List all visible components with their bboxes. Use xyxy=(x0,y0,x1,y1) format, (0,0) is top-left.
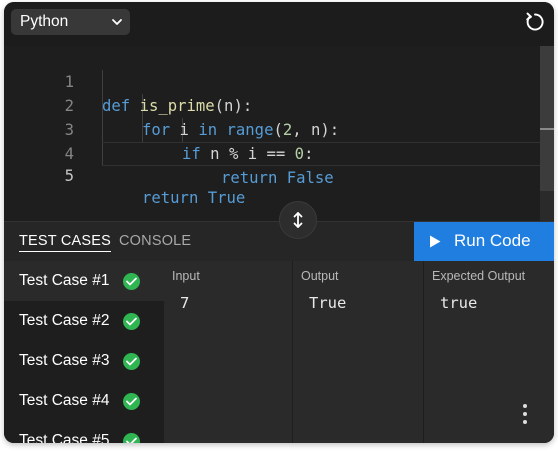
input-value: 7 xyxy=(180,294,190,312)
tab-test-cases[interactable]: TEST CASES xyxy=(19,233,111,252)
results-tabs: TEST CASES CONSOLE Run Code xyxy=(4,221,554,261)
code-line-active: 5 return True xyxy=(65,142,544,207)
line-number: 4 xyxy=(64,145,74,163)
expected-value: true xyxy=(440,294,478,312)
test-case-label: Test Case #4 xyxy=(19,392,110,409)
expected-header: Expected Output xyxy=(432,269,526,283)
scrollbar-thumb[interactable] xyxy=(540,46,554,191)
test-case-item[interactable]: Test Case #2 xyxy=(4,301,164,341)
output-column: Output True xyxy=(293,261,423,443)
test-case-item[interactable]: Test Case #4 xyxy=(4,381,164,421)
resize-vertical-icon xyxy=(293,212,303,228)
output-value: True xyxy=(309,294,347,312)
check-circle-icon xyxy=(123,433,140,443)
resize-handle[interactable] xyxy=(279,201,317,239)
tab-console[interactable]: CONSOLE xyxy=(119,233,191,249)
output-header: Output xyxy=(301,269,339,283)
check-circle-icon xyxy=(123,353,140,370)
test-case-item[interactable]: Test Case #3 xyxy=(4,341,164,381)
scrollbar-marker xyxy=(540,128,554,130)
code-editor[interactable]: 1 def is_prime(n): 2 for i in range(2, n… xyxy=(4,46,554,221)
code-runner-panel: Python 1 def is_prime(n): 2 for i in ran… xyxy=(4,2,554,443)
code-line: 4 return False xyxy=(4,118,544,187)
run-code-label: Run Code xyxy=(454,231,531,250)
test-case-item[interactable]: Test Case #1 xyxy=(4,261,164,301)
code-line: 3 if n % i == 0: xyxy=(4,94,544,163)
test-case-label: Test Case #2 xyxy=(19,312,110,329)
test-case-list: Test Case #1 Test Case #2 Test Case #3 T… xyxy=(4,261,164,443)
check-circle-icon xyxy=(123,273,140,290)
code-text: return True xyxy=(142,189,246,207)
play-icon xyxy=(430,235,441,248)
test-case-label: Test Case #5 xyxy=(19,432,110,443)
check-circle-icon xyxy=(123,393,140,410)
run-code-button[interactable]: Run Code xyxy=(414,222,554,261)
line-number: 5 xyxy=(64,167,74,185)
language-select-value: Python xyxy=(20,13,69,30)
editor-toolbar: Python xyxy=(4,2,554,46)
code-line: 1 def is_prime(n): xyxy=(4,46,544,115)
expected-column: Expected Output true xyxy=(424,261,554,443)
test-case-label: Test Case #1 xyxy=(19,272,110,289)
test-case-item[interactable]: Test Case #5 xyxy=(4,421,164,443)
test-case-label: Test Case #3 xyxy=(19,352,110,369)
more-vertical-icon[interactable] xyxy=(522,404,528,426)
check-circle-icon xyxy=(123,313,140,330)
editor-scrollbar[interactable] xyxy=(540,46,554,221)
reset-icon[interactable] xyxy=(524,11,546,33)
language-select[interactable]: Python xyxy=(11,9,130,35)
input-column: Input 7 xyxy=(164,261,292,443)
chevron-down-icon xyxy=(112,19,122,25)
code-line: 2 for i in range(2, n): xyxy=(4,70,544,139)
input-header: Input xyxy=(172,269,200,283)
